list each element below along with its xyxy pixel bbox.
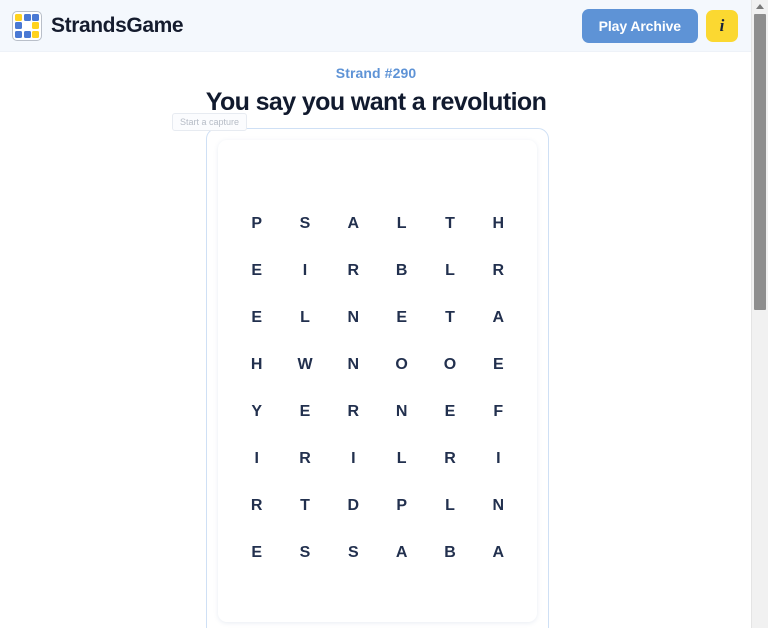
logo-cell [15,13,22,21]
letter-cell[interactable]: N [474,482,522,529]
brand-name: StrandsGame [51,13,184,37]
letter-cell[interactable]: B [377,247,425,294]
letter-cell[interactable]: L [426,247,474,294]
letter-cell[interactable]: E [233,247,281,294]
scrollbar-thumb[interactable] [754,14,766,310]
letter-cell[interactable]: I [281,247,329,294]
letter-cell[interactable]: L [377,435,425,482]
letter-grid[interactable]: PSALTHEIRBLRELNETAHWNOOEYERNEFIRILRIRTDP… [233,200,523,576]
page-content: StrandsGame Play Archive i Strand #290 Y… [0,0,752,628]
letter-cell[interactable]: N [377,388,425,435]
letter-cell[interactable]: P [233,200,281,247]
browser-viewport: StrandsGame Play Archive i Strand #290 Y… [0,0,768,628]
letter-cell[interactable]: S [329,529,377,576]
letter-cell[interactable]: L [281,294,329,341]
letter-cell[interactable]: R [329,247,377,294]
letter-cell[interactable]: Y [233,388,281,435]
logo-cell [15,22,22,29]
letter-cell[interactable]: B [426,529,474,576]
letter-cell[interactable]: E [426,388,474,435]
letter-cell[interactable]: I [233,435,281,482]
brand[interactable]: StrandsGame [12,10,184,41]
letter-cell[interactable]: E [474,341,522,388]
letter-cell[interactable]: T [426,294,474,341]
letter-cell[interactable]: S [281,529,329,576]
letter-cell[interactable]: O [377,341,425,388]
letter-cell[interactable]: F [474,388,522,435]
strands-grid-icon [12,10,42,41]
letter-cell[interactable]: S [281,200,329,247]
logo-cell [32,13,39,21]
letter-cell[interactable]: N [329,341,377,388]
letter-cell[interactable]: R [281,435,329,482]
vertical-scrollbar[interactable] [751,0,768,628]
letter-grid-card: PSALTHEIRBLRELNETAHWNOOEYERNEFIRILRIRTDP… [218,140,537,622]
game-container: PSALTHEIRBLRELNETAHWNOOEYERNEFIRILRIRTDP… [206,128,549,628]
letter-cell[interactable]: L [426,482,474,529]
logo-cell [15,30,22,38]
letter-cell[interactable]: W [281,341,329,388]
scroll-up-icon[interactable] [752,0,768,13]
letter-cell[interactable]: I [474,435,522,482]
letter-cell[interactable]: E [281,388,329,435]
letter-cell[interactable]: A [329,200,377,247]
letter-cell[interactable]: D [329,482,377,529]
letter-cell[interactable]: R [474,247,522,294]
logo-cell [32,22,39,29]
start-capture-chip[interactable]: Start a capture [172,113,248,131]
letter-cell[interactable]: E [233,529,281,576]
letter-cell[interactable]: R [233,482,281,529]
logo-cell [23,13,31,21]
letter-cell[interactable]: H [474,200,522,247]
letter-cell[interactable]: T [426,200,474,247]
letter-cell[interactable]: R [329,388,377,435]
letter-cell[interactable]: A [474,529,522,576]
letter-cell[interactable]: N [329,294,377,341]
letter-cell[interactable]: A [377,529,425,576]
logo-cell [23,22,31,29]
letter-cell[interactable]: P [377,482,425,529]
strand-number: Strand #290 [335,65,417,81]
letter-cell[interactable]: I [329,435,377,482]
letter-cell[interactable]: O [426,341,474,388]
letter-cell[interactable]: A [474,294,522,341]
letter-cell[interactable]: T [281,482,329,529]
logo-cell [32,30,39,38]
letter-cell[interactable]: L [377,200,425,247]
letter-cell[interactable]: H [233,341,281,388]
header-actions: Play Archive i [581,8,738,43]
letter-cell[interactable]: E [233,294,281,341]
site-header: StrandsGame Play Archive i [0,0,752,52]
page-title: You say you want a revolution [205,88,547,116]
letter-cell[interactable]: R [426,435,474,482]
info-button[interactable]: i [706,9,738,42]
letter-cell[interactable]: E [377,294,425,341]
play-archive-button[interactable]: Play Archive [581,8,698,43]
logo-cell [23,30,31,38]
